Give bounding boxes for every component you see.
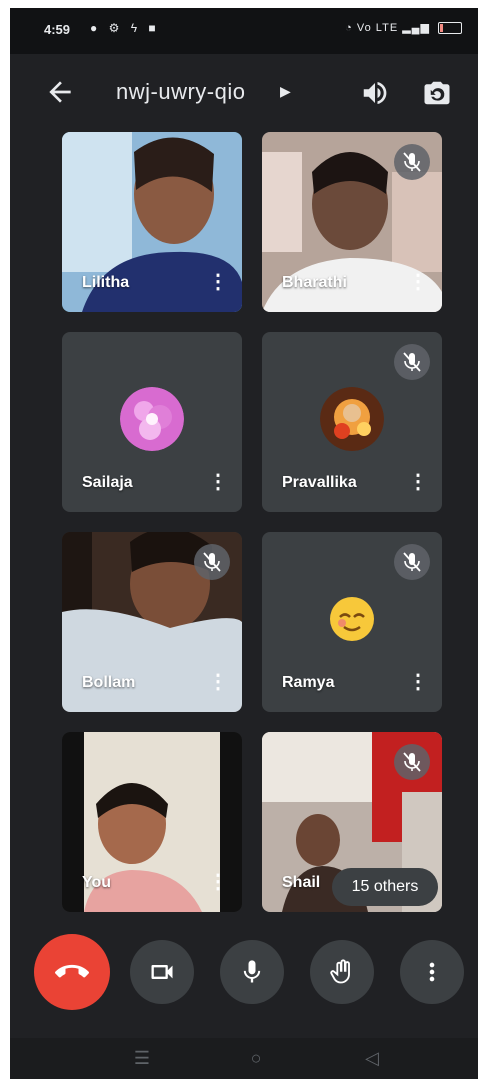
settings-icon: ⚙ — [108, 21, 124, 35]
more-vert-icon[interactable]: ⋮ — [208, 270, 228, 294]
mic-off-icon — [394, 344, 430, 380]
more-vert-icon[interactable]: ⋮ — [408, 670, 428, 694]
others-count-button[interactable]: 15 others — [332, 868, 438, 906]
participant-tile[interactable]: Bharathi ⋮ — [262, 132, 442, 312]
status-time: 4:59 — [44, 22, 71, 37]
more-vert-icon[interactable]: ⋮ — [208, 670, 228, 694]
signal-bars-icon: ▂▄▆ — [402, 22, 430, 34]
participant-name: Shail — [282, 874, 321, 891]
raise-hand-button[interactable] — [310, 940, 374, 1004]
participant-tile[interactable]: Lilitha ⋮ — [62, 132, 242, 312]
call-end-icon — [55, 964, 89, 978]
more-vert-icon — [429, 962, 435, 982]
avatar — [320, 387, 384, 451]
home-icon[interactable]: ○ — [244, 1048, 268, 1068]
notification-icon: ϟ — [130, 21, 142, 35]
participant-name: Ramya — [282, 674, 335, 691]
mic-icon — [243, 960, 261, 983]
volume-icon[interactable] — [360, 78, 390, 108]
participant-tile[interactable]: Sailaja ⋮ — [62, 332, 242, 512]
participant-name: You — [82, 874, 112, 891]
avatar — [120, 387, 184, 451]
videocam-icon — [151, 965, 173, 979]
camera-button[interactable] — [130, 940, 194, 1004]
participant-name: Bollam — [82, 674, 136, 691]
participant-tile[interactable]: Bollam ⋮ — [62, 532, 242, 712]
signal-icon: ◔ — [345, 22, 353, 34]
mic-off-icon — [194, 544, 230, 580]
more-vert-icon[interactable]: ⋮ — [408, 470, 428, 494]
raise-hand-icon — [330, 959, 350, 984]
avatar — [320, 587, 384, 651]
battery-icon — [438, 22, 462, 35]
end-call-button[interactable] — [34, 934, 110, 1010]
more-vert-icon[interactable]: ⋮ — [208, 870, 228, 894]
meeting-header: nwj-uwry-qio ▶ — [10, 64, 478, 120]
participant-tile[interactable]: You ⋮ — [62, 732, 242, 912]
participant-name: Pravallika — [282, 474, 357, 491]
app-icon: ■ — [148, 21, 160, 35]
mic-off-icon — [394, 144, 430, 180]
mic-off-icon — [394, 544, 430, 580]
phone-screen: 4:59 ● ⚙ ϟ ■ ◔ Vo LTE ▂▄▆ nwj-uwry-qio ▶ — [10, 8, 478, 1079]
more-vert-icon[interactable]: ⋮ — [408, 270, 428, 294]
arrow-back-icon[interactable] — [44, 76, 76, 108]
call-controls — [10, 934, 478, 1018]
participant-tile[interactable]: Pravallika ⋮ — [262, 332, 442, 512]
participant-tile[interactable]: Ramya ⋮ — [262, 532, 442, 712]
mic-off-icon — [394, 744, 430, 780]
back-icon[interactable]: ◁ — [360, 1048, 384, 1068]
recents-icon[interactable]: ☰ — [130, 1048, 154, 1068]
system-nav-bar: ☰ ○ ◁ — [10, 1038, 478, 1079]
network-label: Vo LTE — [356, 22, 399, 34]
participant-name: Lilitha — [82, 274, 130, 291]
status-right: ◔ Vo LTE ▂▄▆ — [345, 21, 462, 35]
meeting-code[interactable]: nwj-uwry-qio — [116, 79, 245, 105]
status-bar: 4:59 ● ⚙ ϟ ■ ◔ Vo LTE ▂▄▆ — [10, 8, 478, 54]
camera-flip-icon[interactable] — [422, 78, 452, 108]
microphone-button[interactable] — [220, 940, 284, 1004]
whatsapp-icon: ● — [90, 21, 102, 35]
more-options-button[interactable] — [400, 940, 464, 1004]
play-arrow-icon[interactable]: ▶ — [280, 83, 291, 100]
more-vert-icon[interactable]: ⋮ — [208, 470, 228, 494]
status-left-icons: ● ⚙ ϟ ■ — [90, 21, 160, 35]
participant-name: Bharathi — [282, 274, 347, 291]
battery-fill — [440, 24, 443, 33]
participant-name: Sailaja — [82, 474, 133, 491]
